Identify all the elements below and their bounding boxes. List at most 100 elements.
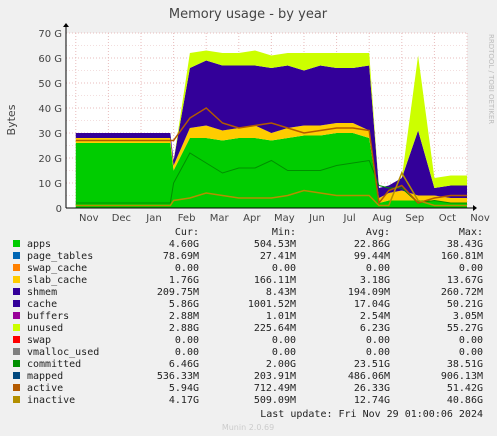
- legend-value-cur: 0.00: [175, 263, 199, 274]
- legend-value-avg: 6.23G: [360, 323, 390, 334]
- y-tick-label: 60 G: [38, 54, 62, 65]
- legend-name: unused: [27, 323, 63, 334]
- legend-value-cur: 5.94G: [169, 383, 199, 394]
- legend-header: Avg:: [366, 227, 390, 238]
- legend-name: swap_cache: [27, 263, 87, 274]
- legend-value-avg: 22.86G: [354, 239, 390, 250]
- x-tick-label: Jul: [343, 213, 356, 224]
- legend-header: Max:: [459, 227, 483, 238]
- legend-value-max: 0.00: [459, 263, 483, 274]
- y-tick-labels: 0 10 G 20 G 30 G 40 G 50 G 60 G 70 G: [38, 29, 62, 215]
- legend-value-min: 712.49M: [254, 383, 296, 394]
- legend-value-min: 0.00: [272, 347, 296, 358]
- legend-swatch: [13, 288, 20, 295]
- legend-value-avg: 194.09M: [348, 287, 390, 298]
- y-tick-label: 0: [56, 204, 62, 215]
- chart-title: Memory usage - by year: [169, 7, 328, 22]
- legend-swatch: [13, 276, 20, 283]
- legend-name: apps: [27, 239, 51, 250]
- x-tick-labels: Nov Dec Jan Feb Mar Apr May Jun Jul Aug Sep Oct Nov: [79, 213, 490, 224]
- legend-value-cur: 4.60G: [169, 239, 199, 250]
- legend-value-max: 160.81M: [441, 251, 483, 262]
- legend-name: swap: [27, 335, 51, 346]
- legend-swatch: [13, 348, 20, 355]
- legend-name: vmalloc_used: [27, 347, 99, 358]
- legend-value-cur: 2.88G: [169, 323, 199, 334]
- y-tick-label: 20 G: [38, 154, 62, 165]
- legend-value-cur: 2.88M: [169, 311, 199, 322]
- legend-value-min: 2.00G: [266, 359, 296, 370]
- legend-value-max: 3.05M: [453, 311, 483, 322]
- legend-swatch: [13, 324, 20, 331]
- legend-name: inactive: [27, 395, 75, 406]
- legend-value-cur: 78.69M: [163, 251, 199, 262]
- legend-value-max: 38.43G: [447, 239, 483, 250]
- legend-value-cur: 1.76G: [169, 275, 199, 286]
- legend-value-min: 0.00: [272, 335, 296, 346]
- legend-value-avg: 17.04G: [354, 299, 390, 310]
- legend-value-min: 8.43M: [266, 287, 296, 298]
- legend-value-cur: 5.86G: [169, 299, 199, 310]
- x-tick-label: Feb: [178, 213, 196, 224]
- munin-version: Munin 2.0.69: [222, 423, 274, 432]
- legend-swatch: [13, 372, 20, 379]
- x-tick-label: May: [274, 213, 295, 224]
- legend-swatch: [13, 360, 20, 367]
- legend-name: shmem: [27, 287, 57, 298]
- rrdtool-credit: RRDTOOL / TOBI OETIKER: [487, 34, 495, 124]
- legend-swatch: [13, 312, 20, 319]
- legend-value-cur: 0.00: [175, 335, 199, 346]
- legend: Cur: Min: Avg: Max: apps 4.60G 504.53M 22.86G 38…: [13, 227, 483, 406]
- y-axis-label: Bytes: [5, 104, 18, 135]
- legend-name: active: [27, 383, 63, 394]
- legend-value-cur: 4.17G: [169, 395, 199, 406]
- legend-value-cur: 536.33M: [157, 371, 199, 382]
- x-tick-label: Aug: [372, 213, 392, 224]
- legend-value-max: 0.00: [459, 347, 483, 358]
- legend-swatch: [13, 300, 20, 307]
- legend-name: slab_cache: [27, 275, 87, 286]
- legend-value-avg: 0.00: [366, 335, 390, 346]
- x-tick-label: Apr: [243, 213, 261, 224]
- legend-value-avg: 23.51G: [354, 359, 390, 370]
- y-tick-label: 50 G: [38, 79, 62, 90]
- legend-value-min: 0.00: [272, 263, 296, 274]
- legend-value-cur: 209.75M: [157, 287, 199, 298]
- last-update: Last update: Fri Nov 29 01:00:06 2024: [260, 409, 483, 420]
- legend-name: mapped: [27, 371, 63, 382]
- legend-value-max: 0.00: [459, 335, 483, 346]
- x-axis-arrow: [473, 205, 477, 211]
- legend-value-avg: 0.00: [366, 263, 390, 274]
- legend-value-max: 40.86G: [447, 395, 483, 406]
- legend-value-avg: 99.44M: [354, 251, 390, 262]
- legend-value-min: 504.53M: [254, 239, 296, 250]
- legend-name: committed: [27, 359, 81, 370]
- legend-swatch: [13, 384, 20, 391]
- legend-value-avg: 2.54M: [360, 311, 390, 322]
- legend-swatch: [13, 396, 20, 403]
- legend-value-min: 27.41M: [260, 251, 296, 262]
- legend-swatch: [13, 240, 20, 247]
- legend-value-avg: 12.74G: [354, 395, 390, 406]
- legend-swatch: [13, 264, 20, 271]
- legend-name: buffers: [27, 311, 69, 322]
- legend-value-avg: 3.18G: [360, 275, 390, 286]
- x-tick-label: Sep: [405, 213, 424, 224]
- y-tick-label: 30 G: [38, 129, 62, 140]
- legend-value-max: 55.27G: [447, 323, 483, 334]
- x-tick-label: Mar: [210, 213, 230, 224]
- legend-header: Cur:: [175, 227, 199, 238]
- x-tick-label: Oct: [439, 213, 456, 224]
- chart-frame: Memory usage - by year Bytes RRDTOOL / T…: [5, 7, 495, 432]
- x-tick-label: Dec: [112, 213, 131, 224]
- legend-value-min: 1.01M: [266, 311, 296, 322]
- legend-value-min: 203.91M: [254, 371, 296, 382]
- legend-swatch: [13, 252, 20, 259]
- legend-value-max: 38.51G: [447, 359, 483, 370]
- legend-value-min: 509.09M: [254, 395, 296, 406]
- legend-value-min: 1001.52M: [248, 299, 296, 310]
- legend-value-max: 260.72M: [441, 287, 483, 298]
- y-tick-label: 70 G: [38, 29, 62, 40]
- x-tick-label: Jun: [308, 213, 325, 224]
- legend-name: page_tables: [27, 251, 93, 262]
